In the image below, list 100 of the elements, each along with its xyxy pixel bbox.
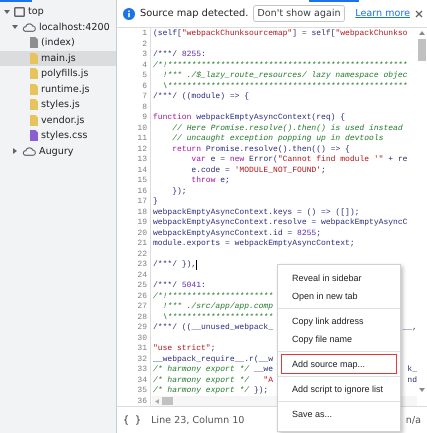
menu-item[interactable]: Reveal in sidebar (282, 269, 396, 287)
line-number: 4 (141, 60, 147, 71)
line-number: 7 (141, 92, 147, 102)
expand-arrow-icon[interactable] (4, 8, 10, 15)
menu-item[interactable]: Add script to ignore list (282, 380, 396, 398)
code-line: return Promise.resolve().then(() => { (171, 144, 350, 155)
line-number: 11 (136, 134, 147, 144)
code-line: /***/ }), (153, 260, 196, 270)
code-line: /* harmony export */ }); (153, 386, 268, 396)
expand-arrow-icon[interactable] (12, 24, 18, 30)
tree-item[interactable]: polyfills.js (0, 66, 116, 82)
pretty-print-button[interactable]: { } (123, 414, 142, 426)
line-number: 1 (141, 29, 147, 40)
line-number: 24 (136, 270, 147, 281)
code-line: webpackEmptyAsyncContext.keys = () => ([]); (153, 208, 360, 218)
cursor-position: Line 23, Column 10 (151, 414, 244, 426)
line-number: 6 (141, 82, 147, 92)
code-line: }); (171, 186, 187, 197)
code-fragment: nd (407, 376, 417, 386)
tree-item[interactable]: Augury (0, 144, 116, 159)
line-number: 21 (136, 239, 147, 250)
code-line: \************************************************** (162, 82, 408, 92)
menu-item[interactable]: Copy file name (282, 330, 396, 348)
tree-item[interactable]: styles.js (0, 97, 116, 112)
scrollbar-thumb[interactable] (418, 39, 426, 61)
tree-item[interactable]: styles.css (0, 128, 116, 144)
file-icon (30, 68, 38, 80)
line-number: 14 (136, 166, 147, 176)
code-line: /***/ 8255: (153, 50, 206, 60)
window-icon (14, 6, 25, 17)
code-line: /***/ ((module) => { (153, 92, 250, 102)
line-number: 20 (136, 228, 147, 239)
code-line: webpackEmptyAsyncContext.id = 8255; (153, 228, 322, 239)
line-number: 32 (136, 354, 147, 365)
menu-item[interactable]: Copy link address (282, 312, 396, 330)
line-number: 18 (136, 208, 147, 218)
line-number: 29 (136, 323, 147, 334)
learn-more-link[interactable]: Learn more (355, 8, 410, 19)
code-line: } (153, 197, 158, 208)
code-line: /* harmony export */ "A (153, 376, 274, 386)
tree-item[interactable]: vendor.js (0, 112, 116, 128)
line-number: 19 (136, 218, 147, 228)
scroll-up-icon[interactable] (419, 31, 425, 35)
code-line: throw e; (190, 176, 230, 186)
code-line: /***/ 5041: (153, 281, 206, 292)
tab-indicator (309, 0, 359, 2)
file-icon (30, 84, 38, 95)
tab-indicator (0, 0, 32, 2)
tree-item[interactable]: localhost:4200 (0, 20, 116, 35)
menu-item[interactable]: Save as... (282, 405, 396, 423)
code-line: /***/ ((__unused_webpack_ (153, 323, 274, 334)
tree-item[interactable]: runtime.js (0, 82, 116, 97)
line-number: 10 (136, 124, 147, 134)
info-icon (123, 8, 135, 20)
code-line: e.code = 'MODULE_NOT_FOUND'; (190, 166, 326, 176)
code-line: !*** ./$_lazy_route_resources/ lazy namespace objec (162, 71, 408, 82)
line-number: 33 (136, 365, 147, 376)
tree-item[interactable]: main.js (0, 50, 116, 66)
infobar-message: Source map detected. (140, 8, 248, 19)
line-number: 8 (141, 102, 147, 113)
tree-item[interactable]: (index) (0, 35, 116, 50)
line-number: 23 (136, 260, 147, 270)
code-line: !*** ./src/app/app.comp (162, 302, 274, 312)
code-line: \********************** (162, 312, 274, 323)
line-number: 25 (136, 281, 147, 292)
code-line: // Here Promise.resolve().then() is used instead (171, 124, 403, 134)
scroll-left-icon[interactable] (155, 399, 159, 404)
dont-show-again-button[interactable]: Don't show again (253, 5, 345, 22)
scroll-down-icon[interactable] (419, 388, 425, 392)
code-line: __webpack_require__.r(__w (153, 354, 274, 365)
menu-item[interactable]: Open in new tab (282, 287, 396, 305)
line-number: 5 (141, 71, 147, 82)
code-fragment: __, (402, 323, 417, 334)
close-icon[interactable] (415, 10, 423, 18)
coverage-status: n/a (406, 414, 421, 426)
line-number: 31 (136, 344, 147, 354)
line-number: 22 (136, 250, 147, 260)
code-line: module.exports = webpackEmptyAsyncContext; (153, 239, 355, 250)
line-number: 15 (136, 176, 147, 186)
file-icon (30, 114, 38, 126)
code-line: webpackEmptyAsyncContext.resolve = webpackEmptyAsyncC (153, 218, 408, 228)
line-number: 17 (136, 197, 147, 208)
cloud-icon (22, 22, 36, 32)
line-number: 13 (136, 155, 147, 166)
line-number: 28 (136, 312, 147, 323)
collapse-arrow-icon[interactable] (12, 148, 18, 154)
code-line: var e = new Error("Cannot find module '" + re (190, 155, 408, 166)
code-line: // uncaught exception popping up in devtools (171, 134, 384, 144)
menu-item[interactable]: Add source map... (282, 355, 396, 373)
line-number: 35 (136, 386, 147, 396)
scrollbar-thumb[interactable] (162, 397, 173, 405)
code-line: "use strict"; (153, 344, 216, 354)
code-fragment: k_ (407, 365, 417, 376)
file-icon (30, 52, 38, 64)
line-number: 2 (141, 40, 147, 50)
file-icon (30, 37, 38, 48)
cloud-icon (22, 146, 36, 156)
line-number: 12 (136, 144, 147, 155)
tree-item[interactable]: top (0, 4, 116, 20)
line-number: 3 (141, 50, 147, 60)
